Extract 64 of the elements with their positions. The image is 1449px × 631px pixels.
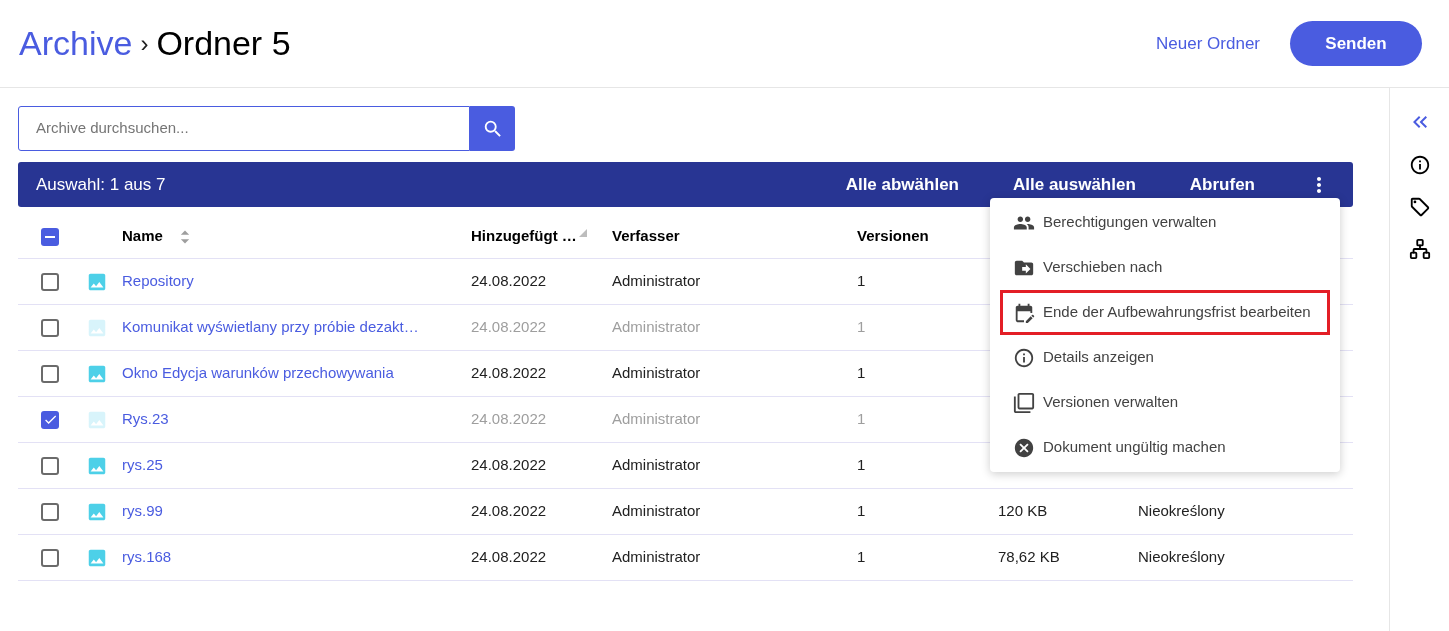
menu-item[interactable]: Dokument ungültig machen	[1000, 425, 1330, 470]
author-cell-text: Administrator	[612, 271, 702, 292]
author-cell-text: Administrator	[612, 317, 702, 338]
author-cell-text: Administrator	[612, 409, 702, 430]
column-header[interactable]: Hinzugefügt …	[471, 225, 587, 248]
versions-cell-text: 1	[857, 501, 867, 522]
date-cell-text: 24.08.2022	[471, 547, 548, 568]
author-cell-text: Administrator	[612, 363, 702, 384]
stacked-pages-icon	[1013, 391, 1035, 414]
author-cell-text: Administrator	[612, 455, 702, 476]
versions-cell-text: 1	[857, 547, 867, 568]
hierarchy-icon[interactable]	[1408, 238, 1431, 260]
date-cell-text: 24.08.2022	[471, 455, 548, 476]
author-cell-text: Administrator	[612, 547, 702, 568]
versions-cell-text: 1	[857, 363, 867, 384]
column-header[interactable]: Verfasser	[612, 225, 680, 248]
info-icon	[1013, 346, 1035, 369]
bar-action-button[interactable]: Abrufen	[1189, 171, 1255, 198]
new-folder-button[interactable]: Neuer Ordner	[1156, 30, 1260, 57]
date-cell-text: 24.08.2022	[471, 409, 548, 430]
calendar-edit-icon	[1013, 301, 1035, 324]
file-name-link[interactable]: rys.25	[122, 454, 471, 477]
bar-action-button[interactable]: Alle abwählen	[845, 171, 959, 198]
menu-item[interactable]: Ende der Aufbewahrungsfrist bearbeiten	[1000, 290, 1330, 335]
file-name-link[interactable]: Okno Edycja warunków przechowywania	[122, 362, 471, 385]
checkbox[interactable]	[41, 548, 59, 567]
search-field[interactable]: Archive durchsuchen...	[18, 106, 470, 151]
page-title: Ordner 5	[156, 23, 291, 64]
info-icon[interactable]	[1408, 154, 1431, 176]
date-cell-text: 24.08.2022	[471, 317, 548, 338]
menu-item[interactable]: Verschieben nach	[1000, 245, 1330, 290]
file-name-link[interactable]: rys.99	[122, 500, 471, 523]
bar-action-button[interactable]: Alle auswählen	[1013, 171, 1136, 198]
versions-cell-text: 1	[857, 455, 867, 476]
size-cell-text: 120 KB	[998, 501, 1049, 522]
versions-cell-text: 1	[857, 409, 867, 430]
date-cell-text: 24.08.2022	[471, 271, 548, 292]
versions-cell-text: 1	[857, 317, 867, 338]
author-cell-text: Administrator	[612, 501, 702, 522]
breadcrumb-separator: ›	[140, 28, 149, 59]
breadcrumb-link[interactable]: Archive	[19, 18, 133, 69]
column-header[interactable]: Versionen	[857, 225, 929, 248]
menu-item[interactable]: Versionen verwalten	[1000, 380, 1330, 425]
checkbox[interactable]	[41, 364, 59, 383]
tag-icon[interactable]	[1408, 196, 1431, 218]
column-header[interactable]: Name	[122, 222, 195, 251]
checkbox[interactable]	[41, 456, 59, 475]
menu-item[interactable]: Berechtigungen verwalten	[1000, 200, 1330, 245]
checkbox[interactable]	[41, 227, 59, 246]
checkbox[interactable]	[41, 272, 59, 291]
file-name-link[interactable]: Repository	[122, 270, 471, 293]
date-cell-text: 24.08.2022	[471, 363, 548, 384]
versions-cell-text: 1	[857, 271, 867, 292]
status-cell-text: Nieokreślony	[1138, 547, 1226, 568]
checkbox[interactable]	[41, 502, 59, 521]
selection-count: Auswahl: 1 aus 7	[36, 173, 166, 196]
send-button[interactable]: Senden	[1290, 21, 1422, 66]
menu-item[interactable]: Details anzeigen	[1000, 335, 1330, 380]
minus-icon	[45, 235, 55, 238]
search-button[interactable]	[470, 106, 515, 151]
status-cell-text: Nieokreślony	[1138, 501, 1226, 522]
file-name-link[interactable]: rys.168	[122, 546, 471, 569]
date-cell-text: 24.08.2022	[471, 501, 548, 522]
size-cell-text: 78,62 KB	[998, 547, 1061, 568]
